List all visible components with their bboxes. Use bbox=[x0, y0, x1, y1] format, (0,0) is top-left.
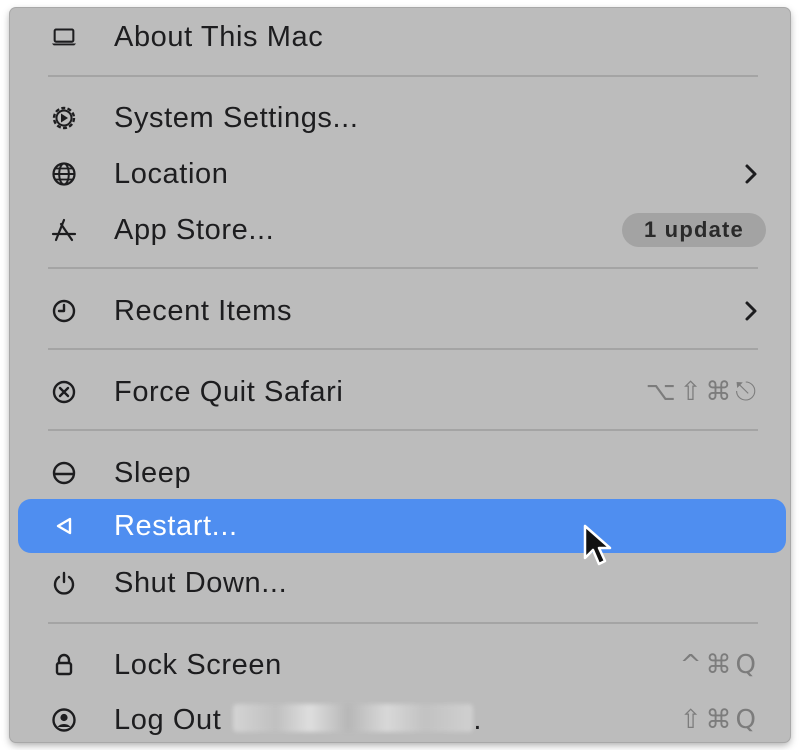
menu-item-label: Shut Down... bbox=[114, 567, 288, 599]
screenshot-frame: About This Mac System Settings... Locati… bbox=[0, 0, 800, 750]
sleep-icon bbox=[50, 459, 78, 487]
apple-menu: About This Mac System Settings... Locati… bbox=[10, 8, 790, 742]
power-icon bbox=[50, 569, 78, 597]
menu-item-label: System Settings... bbox=[114, 102, 359, 134]
separator bbox=[48, 429, 758, 431]
menu-item-label: Log Out. bbox=[114, 693, 482, 742]
lock-icon bbox=[50, 651, 78, 679]
menu-item-system-settings[interactable]: System Settings... bbox=[18, 91, 786, 145]
menu-item-label: About This Mac bbox=[114, 21, 324, 53]
separator bbox=[48, 348, 758, 350]
force-quit-icon bbox=[50, 378, 78, 406]
menu-item-log-out[interactable]: Log Out. ⇧⌘Q bbox=[18, 693, 786, 742]
menu-item-location[interactable]: Location bbox=[18, 147, 786, 201]
redacted-username bbox=[233, 704, 474, 733]
menu-item-sleep[interactable]: Sleep bbox=[18, 446, 786, 500]
restart-icon bbox=[50, 512, 78, 540]
menu-item-app-store[interactable]: App Store... 1 update bbox=[18, 203, 786, 257]
menu-item-force-quit[interactable]: Force Quit Safari ⌥⇧⌘⎋ bbox=[18, 365, 786, 419]
log-out-suffix: . bbox=[473, 704, 483, 736]
menu-item-label: Sleep bbox=[114, 457, 192, 489]
user-icon bbox=[50, 706, 78, 734]
chevron-right-icon bbox=[745, 164, 757, 184]
laptop-icon bbox=[50, 23, 78, 51]
menu-item-label: Force Quit Safari bbox=[114, 376, 344, 408]
app-store-icon bbox=[50, 216, 78, 244]
keyboard-shortcut: ⌥⇧⌘⎋ bbox=[645, 377, 760, 407]
separator bbox=[48, 75, 758, 77]
clock-icon bbox=[50, 297, 78, 325]
menu-item-shut-down[interactable]: Shut Down... bbox=[18, 556, 786, 610]
keyboard-shortcut: ^⌘Q bbox=[679, 650, 760, 680]
menu-item-label: Recent Items bbox=[114, 295, 293, 327]
menu-item-label: App Store... bbox=[114, 214, 275, 246]
menu-item-label: Lock Screen bbox=[114, 649, 282, 681]
separator bbox=[48, 622, 758, 624]
menu-item-about-this-mac[interactable]: About This Mac bbox=[18, 10, 786, 64]
mouse-pointer-icon bbox=[583, 524, 612, 566]
update-badge: 1 update bbox=[621, 213, 766, 247]
menu-item-recent-items[interactable]: Recent Items bbox=[18, 284, 786, 338]
globe-icon bbox=[50, 160, 78, 188]
chevron-right-icon bbox=[745, 301, 757, 321]
menu-item-label: Restart... bbox=[114, 510, 238, 542]
keyboard-shortcut: ⇧⌘Q bbox=[679, 705, 760, 735]
log-out-text: Log Out bbox=[114, 704, 222, 736]
menu-item-label: Location bbox=[114, 158, 229, 190]
separator bbox=[48, 267, 758, 269]
menu-item-lock-screen[interactable]: Lock Screen ^⌘Q bbox=[18, 638, 786, 692]
gear-icon bbox=[50, 104, 78, 132]
menu-item-restart[interactable]: Restart... bbox=[18, 499, 786, 553]
